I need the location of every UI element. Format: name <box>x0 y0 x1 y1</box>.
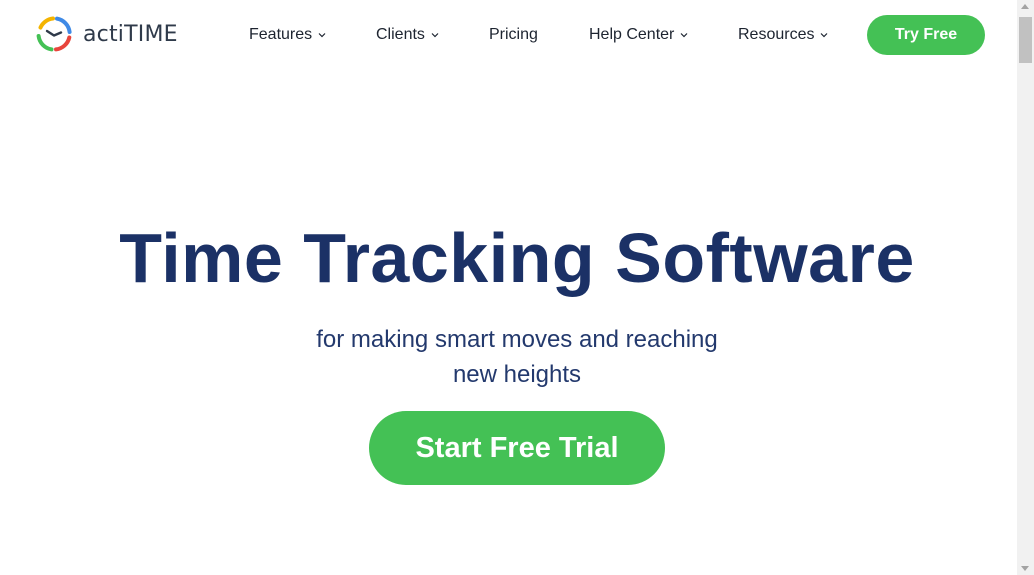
start-free-trial-button[interactable]: Start Free Trial <box>369 411 665 485</box>
hero-subtitle-line-2: new heights <box>452 361 582 388</box>
scrollbar-thumb[interactable] <box>1019 17 1032 63</box>
chevron-down-icon <box>821 33 828 38</box>
scroll-down-arrow-icon[interactable] <box>1021 566 1029 571</box>
nav-item-label: Clients <box>376 26 425 43</box>
nav-item-label: Resources <box>738 26 815 43</box>
brand-name: actiTIME <box>83 21 178 47</box>
scroll-up-arrow-icon[interactable] <box>1021 4 1029 9</box>
try-free-button[interactable]: Try Free <box>867 15 985 55</box>
page: actiTIME Features Clients Pricing Help C… <box>0 0 1017 575</box>
brand-logo-link[interactable]: actiTIME <box>34 14 178 54</box>
site-header: actiTIME Features Clients Pricing Help C… <box>0 0 1017 70</box>
nav-item-help-center[interactable]: Help Center <box>589 24 689 46</box>
hero-subtitle: for making smart moves and reaching new … <box>0 322 1034 392</box>
nav-item-clients[interactable]: Clients <box>376 24 440 46</box>
page-scrollbar[interactable] <box>1017 0 1034 575</box>
chevron-down-icon <box>680 33 688 38</box>
hero-subtitle-line-1: for making smart moves and reaching <box>316 326 718 353</box>
nav-item-label: Help Center <box>589 26 675 43</box>
nav-item-label: Pricing <box>489 26 538 43</box>
hero-title: Time Tracking Software <box>119 219 915 297</box>
nav-item-label: Features <box>249 26 313 43</box>
chevron-down-icon <box>431 33 439 38</box>
nav-item-features[interactable]: Features <box>249 24 327 46</box>
nav-item-resources[interactable]: Resources <box>738 24 829 46</box>
chevron-down-icon <box>318 33 326 38</box>
clock-logo-icon <box>36 16 72 52</box>
nav-item-pricing[interactable]: Pricing <box>489 24 538 46</box>
